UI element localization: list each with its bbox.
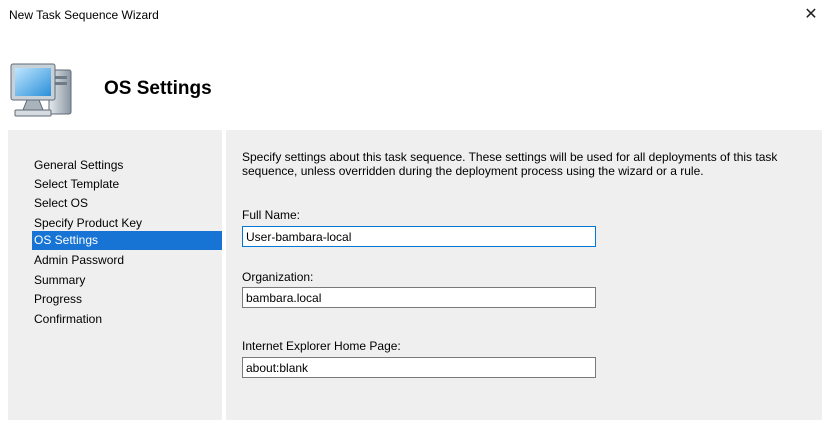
- nav-item-general-settings[interactable]: General Settings: [32, 156, 222, 175]
- nav-item-admin-password[interactable]: Admin Password: [32, 251, 222, 270]
- window-title: New Task Sequence Wizard: [9, 8, 159, 22]
- wizard-nav: General Settings Select Template Select …: [8, 130, 222, 420]
- nav-item-summary[interactable]: Summary: [32, 271, 222, 290]
- organization-label: Organization:: [242, 270, 314, 284]
- close-icon[interactable]: ✕: [800, 3, 822, 27]
- page-title: OS Settings: [104, 78, 212, 99]
- nav-item-progress[interactable]: Progress: [32, 290, 222, 309]
- home-page-input[interactable]: [242, 357, 596, 378]
- home-page-label: Internet Explorer Home Page:: [242, 339, 401, 353]
- nav-item-confirmation[interactable]: Confirmation: [32, 310, 222, 329]
- title-bar: New Task Sequence Wizard ✕: [0, 0, 822, 32]
- nav-item-select-template[interactable]: Select Template: [32, 175, 222, 194]
- wizard-header: OS Settings: [0, 32, 822, 130]
- organization-input[interactable]: [242, 287, 596, 308]
- full-name-input[interactable]: [242, 226, 596, 247]
- nav-item-os-settings[interactable]: OS Settings: [32, 231, 222, 250]
- full-name-label: Full Name:: [242, 208, 301, 222]
- nav-item-select-os[interactable]: Select OS: [32, 194, 222, 213]
- settings-panel: Specify settings about this task sequenc…: [226, 130, 822, 420]
- computer-icon: [10, 63, 72, 117]
- description-text: Specify settings about this task sequenc…: [242, 150, 778, 178]
